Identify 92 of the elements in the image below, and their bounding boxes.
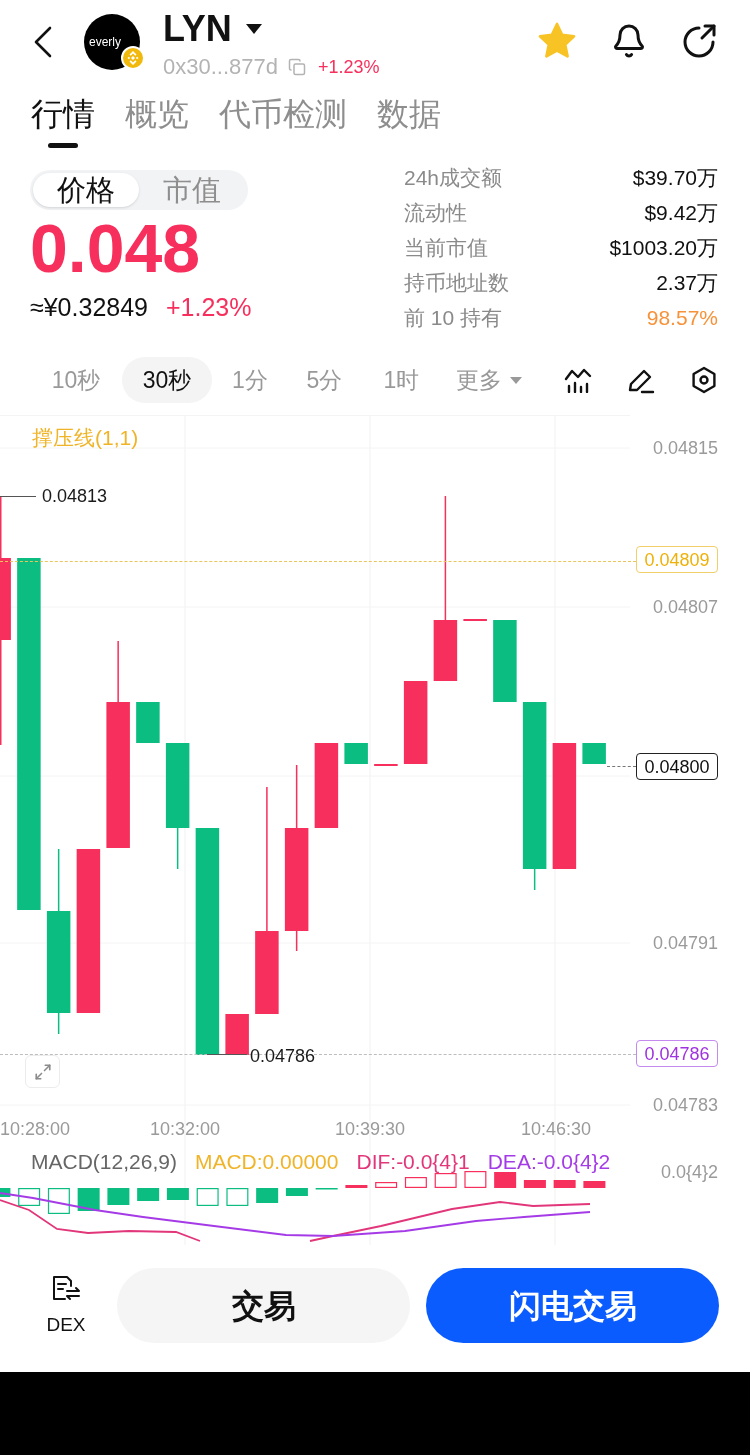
fiat-price: ≈¥0.32849 [30,294,148,320]
more-intervals-menu[interactable]: 更多 [442,357,536,403]
macd-histogram-bar [375,1182,398,1188]
contract-address: 0x30...877d [163,56,278,78]
macd-histogram-bar [47,1188,70,1214]
candlestick [136,702,160,743]
stat-value: $39.70万 [632,167,718,188]
macd-title: MACD(12,26,9) [31,1149,177,1175]
time-axis-label: 10:39:30 [334,1118,406,1140]
interval-tab[interactable]: 1时 [363,357,440,403]
high-price-label: 0.04813 [42,485,108,507]
price-axis-label: 0.04807 [652,596,718,618]
macd-histogram-bar [0,1188,11,1197]
support-price-tag: 0.04786 [636,1040,718,1067]
macd-histogram-bar [434,1173,457,1188]
macd-histogram-bar [523,1180,546,1188]
resistance-price-tag: 0.04809 [636,546,718,573]
current-price: 0.048 [30,214,202,282]
back-icon[interactable] [33,26,53,58]
toggle-option[interactable]: 价格 [33,173,139,207]
candlestick [344,743,368,764]
fullscreen-button[interactable] [25,1055,60,1088]
low-price-label: 0.04786 [250,1045,316,1067]
expand-icon [33,1062,52,1081]
candlestick [463,619,487,621]
price-axis-label: 0.04791 [652,932,718,954]
macd-histogram-bar [166,1188,189,1200]
candlestick [582,743,606,764]
interval-tab[interactable]: 1分 [214,357,286,403]
high-leader-line [0,496,36,497]
stat-value: 2.37万 [656,272,718,293]
current-price-tag: 0.04800 [636,753,718,780]
settings-icon[interactable] [690,366,718,394]
time-axis-label: 10:28:00 [0,1118,71,1140]
stat-label: 流动性 [404,202,467,223]
macd-histogram-bar [137,1188,160,1201]
dea-value: DEA:-0.0{4}2 [487,1149,611,1175]
price-change: +1.23% [166,294,252,320]
logo-text: everly [89,36,121,48]
caret-down-icon[interactable] [245,24,262,34]
toggle-option[interactable]: 市值 [139,173,245,207]
time-axis-label: 10:32:00 [149,1118,221,1140]
macd-histogram-bar [256,1188,279,1203]
macd-histogram-bar [226,1188,249,1206]
price-axis-label: 0.04815 [652,437,718,459]
stat-label: 持币地址数 [404,272,509,293]
dif-value: DIF:-0.0{4}1 [356,1149,470,1175]
stat-value: $1003.20万 [609,237,718,258]
price-change: +1.23% [318,58,380,76]
macd-histogram-bar [494,1172,517,1188]
trade-button[interactable]: 交易 [117,1268,410,1343]
interval-tab[interactable]: 10秒 [32,357,120,403]
candlestick [225,1014,249,1055]
time-axis-label: 10:46:30 [520,1118,592,1140]
low-leader-line [207,1054,247,1055]
macd-histogram-bar [553,1180,576,1188]
star-icon[interactable] [537,22,577,60]
tab[interactable]: 概览 [125,86,189,148]
stat-label: 24h成交额 [404,167,503,188]
interval-tab[interactable]: 5分 [288,357,361,403]
stat-label: 当前市值 [404,237,488,258]
macd-histogram-bar [18,1188,41,1206]
candlestick [374,764,398,766]
tab[interactable]: 代币检测 [219,86,347,148]
share-icon[interactable] [681,23,717,59]
tab[interactable]: 行情 [31,86,95,148]
token-symbol: LYN [163,11,232,47]
tab-indicator [48,143,78,148]
chain-badge-icon [121,46,145,70]
macd-histogram-bar [464,1171,487,1188]
macd-histogram-bar [77,1188,100,1211]
caret-down-icon [510,376,522,384]
stat-value: $9.42万 [644,202,718,223]
stat-label: 前 10 持有 [404,307,503,328]
stat-value: 98.57% [646,307,718,328]
indicator-label: 撑压线(1,1) [32,425,139,451]
macd-histogram-bar [345,1185,368,1188]
macd-histogram-bar [583,1181,606,1188]
interval-tab[interactable]: 30秒 [122,357,212,403]
price-axis-label: 0.04783 [652,1094,718,1116]
macd-axis-label: 0.0{4}2 [660,1161,718,1183]
bell-icon[interactable] [611,23,647,59]
document-swap-icon [51,1275,81,1301]
trade-button[interactable]: 闪电交易 [426,1268,719,1343]
macd-histogram-bar [107,1188,130,1205]
dex-button[interactable]: DEX [40,1275,92,1336]
chart-icon[interactable] [564,367,592,393]
macd-value: MACD:0.00000 [194,1149,339,1175]
macd-histogram-bar [404,1177,427,1188]
macd-histogram-bar [196,1188,219,1206]
macd-histogram-bar [285,1188,308,1196]
tab[interactable]: 数据 [377,86,441,148]
